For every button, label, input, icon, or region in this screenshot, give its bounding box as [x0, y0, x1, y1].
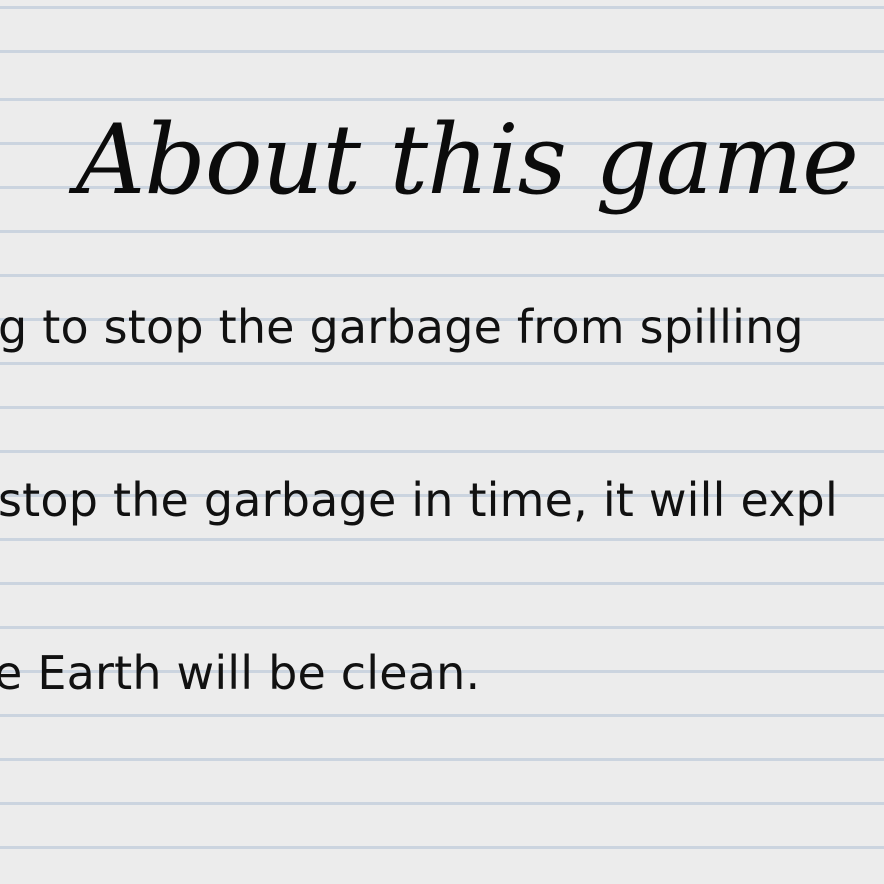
- page-title: About this game: [76, 104, 859, 216]
- description-line-2: stop the garbage in time, it will expl: [0, 473, 838, 527]
- description-line-1: g to stop the garbage from spilling: [0, 300, 804, 354]
- description-line-3: e Earth will be clean.: [0, 646, 481, 700]
- notebook-paper: About this game g to stop the garbage fr…: [0, 0, 884, 884]
